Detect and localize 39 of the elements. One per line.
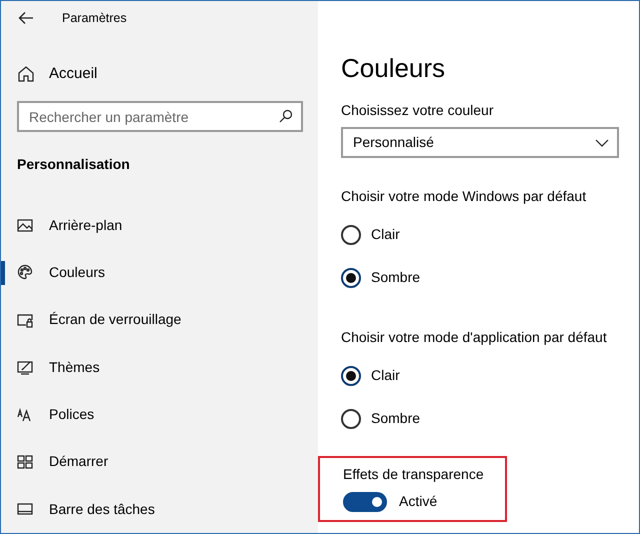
sidebar-item[interactable]: Démarrer xyxy=(1,438,318,486)
taskbar-icon xyxy=(17,501,33,518)
search-icon xyxy=(279,109,293,124)
sidebar-item[interactable]: Barre des tâches xyxy=(1,486,318,534)
home-icon xyxy=(17,65,35,84)
sidebar-item[interactable]: Écran de verrouillage xyxy=(1,296,318,344)
back-button[interactable] xyxy=(18,10,34,25)
sidebar-item[interactable]: Polices xyxy=(1,390,318,438)
fonts-icon xyxy=(17,406,33,423)
toggle-state: Activé xyxy=(399,492,438,512)
sidebar-item[interactable]: Couleurs xyxy=(1,248,318,296)
picture-icon xyxy=(17,217,33,234)
chevron-down-icon xyxy=(595,138,609,147)
back-icon xyxy=(18,10,34,25)
start-icon xyxy=(17,454,33,470)
radio-button[interactable] xyxy=(341,366,361,386)
radio-button[interactable] xyxy=(341,224,361,245)
search-field[interactable]: Rechercher un paramètre xyxy=(17,101,303,132)
palette-icon xyxy=(17,264,33,280)
home-link[interactable]: Accueil xyxy=(49,62,98,86)
radio-label[interactable]: Clair xyxy=(371,224,400,246)
group-label: Choisir votre mode d'application par défaut xyxy=(341,328,608,348)
color-dropdown[interactable]: Personnalisé xyxy=(341,127,619,158)
page-title: Couleurs xyxy=(341,53,446,84)
window-title: Paramètres xyxy=(62,10,127,27)
field-label: Choisissez votre couleur xyxy=(341,101,495,120)
group-label: Choisir votre mode Windows par défaut xyxy=(341,187,588,206)
section-heading: Personnalisation xyxy=(17,155,131,174)
radio-button[interactable] xyxy=(341,268,361,288)
radio-label[interactable]: Clair xyxy=(371,365,400,386)
radio-label[interactable]: Sombre xyxy=(371,267,420,288)
radio-button[interactable] xyxy=(341,408,361,429)
radio-label[interactable]: Sombre xyxy=(371,408,420,430)
sidebar-item[interactable]: Arrière-plan xyxy=(1,201,318,249)
lock-screen-icon xyxy=(17,312,33,328)
theme-icon xyxy=(17,359,33,376)
sidebar-item[interactable]: Thèmes xyxy=(1,344,318,391)
toggle-label: Effets de transparence xyxy=(343,465,485,484)
toggle-switch[interactable] xyxy=(343,492,387,512)
